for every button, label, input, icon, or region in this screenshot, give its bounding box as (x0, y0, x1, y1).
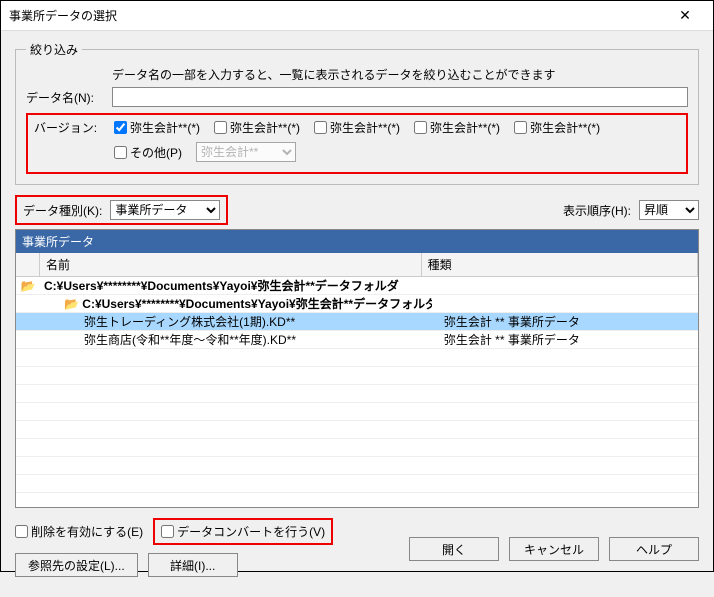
titlebar: 事業所データの選択 ✕ (1, 1, 713, 31)
folder-icon: 📂 (21, 279, 36, 293)
other-checkbox-input[interactable] (114, 146, 127, 159)
close-icon[interactable]: ✕ (665, 7, 705, 24)
version-checkbox-2[interactable]: 弥生会計**(*) (314, 119, 400, 136)
other-label: その他(P) (130, 144, 182, 161)
version-checkbox-input-2[interactable] (314, 121, 327, 134)
dataname-label: データ名(N): (26, 89, 106, 106)
convert-label: データコンバートを行う(V) (177, 523, 325, 540)
cancel-button[interactable]: キャンセル (509, 537, 599, 561)
table-row[interactable] (16, 439, 698, 457)
table-body[interactable]: 📂 C:¥Users¥********¥Documents¥Yayoi¥弥生会計*… (16, 277, 698, 507)
open-button[interactable]: 開く (409, 537, 499, 561)
table-row[interactable]: 📂 C:¥Users¥********¥Documents¥Yayoi¥弥生会計… (16, 295, 698, 313)
table-row[interactable] (16, 475, 698, 493)
row-name: C:¥Users¥********¥Documents¥Yayoi¥弥生会計**… (40, 277, 423, 294)
details-button[interactable]: 詳細(I)... (148, 553, 238, 577)
footer: 開く キャンセル ヘルプ (409, 537, 699, 561)
version-checkbox-1[interactable]: 弥生会計**(*) (214, 119, 300, 136)
row-name: 弥生商店(令和**年度～令和**年度).KD** (40, 331, 440, 348)
version-checkbox-label-2: 弥生会計**(*) (330, 119, 400, 136)
table-row[interactable]: 📂 C:¥Users¥********¥Documents¥Yayoi¥弥生会計*… (16, 277, 698, 295)
row-name: 弥生トレーディング株式会社(1期).KD** (40, 313, 440, 330)
version-checkbox-3[interactable]: 弥生会計**(*) (414, 119, 500, 136)
dataname-input[interactable] (112, 87, 688, 107)
table-row[interactable] (16, 349, 698, 367)
version-checkbox-label-3: 弥生会計**(*) (430, 119, 500, 136)
version-checkbox-input-1[interactable] (214, 121, 227, 134)
content: 絞り込み データ名の一部を入力すると、一覧に表示されるデータを絞り込むことができ… (1, 31, 713, 597)
table-title: 事業所データ (16, 230, 698, 253)
table-row[interactable] (16, 403, 698, 421)
row-name: 📂 C:¥Users¥********¥Documents¥Yayoi¥弥生会計… (40, 295, 432, 312)
table-row[interactable] (16, 457, 698, 475)
order-label: 表示順序(H): (563, 202, 631, 219)
datakind-label: データ種別(K): (23, 202, 102, 219)
convert-checkbox[interactable]: データコンバートを行う(V) (161, 523, 325, 540)
version-checkbox-label-4: 弥生会計**(*) (530, 119, 600, 136)
table-row[interactable] (16, 493, 698, 507)
help-button[interactable]: ヘルプ (609, 537, 699, 561)
table-row[interactable] (16, 385, 698, 403)
table-row[interactable]: 弥生商店(令和**年度～令和**年度).KD**弥生会計 ** 事業所データ (16, 331, 698, 349)
filter-hint: データ名の一部を入力すると、一覧に表示されるデータを絞り込むことができます (112, 66, 688, 83)
version-checkbox-label-1: 弥生会計**(*) (230, 119, 300, 136)
row-kind: 弥生会計 ** 事業所データ (440, 313, 698, 330)
filter-group: 絞り込み データ名の一部を入力すると、一覧に表示されるデータを絞り込むことができ… (15, 41, 699, 185)
version-checkbox-0[interactable]: 弥生会計**(*) (114, 119, 200, 136)
convert-highlight: データコンバートを行う(V) (153, 518, 333, 545)
data-table: 事業所データ 名前 種類 📂 C:¥Users¥********¥Document… (15, 229, 699, 508)
datakind-select[interactable]: 事業所データ (110, 200, 220, 220)
version-checkbox-input-0[interactable] (114, 121, 127, 134)
row-kind: 弥生会計 ** 事業所データ (440, 331, 698, 348)
col-kind[interactable]: 種類 (422, 253, 698, 276)
datakind-highlight: データ種別(K): 事業所データ (15, 195, 228, 225)
table-row[interactable]: 弥生トレーディング株式会社(1期).KD**弥生会計 ** 事業所データ (16, 313, 698, 331)
version-row: 弥生会計**(*) 弥生会計**(*) 弥生会計**(*) 弥生会計**(*) 弥生会計… (114, 119, 680, 136)
table-row[interactable] (16, 421, 698, 439)
delete-enable-checkbox[interactable]: 削除を有効にする(E) (15, 523, 143, 540)
version-checkbox-4[interactable]: 弥生会計**(*) (514, 119, 600, 136)
table-header: 名前 種類 (16, 253, 698, 277)
version-checkbox-label-0: 弥生会計**(*) (130, 119, 200, 136)
other-select[interactable]: 弥生会計** (196, 142, 296, 162)
other-checkbox[interactable]: その他(P) (114, 144, 182, 161)
filter-legend: 絞り込み (26, 41, 82, 58)
order-select[interactable]: 昇順 (639, 200, 699, 220)
ref-settings-button[interactable]: 参照先の設定(L)... (15, 553, 138, 577)
delete-enable-label: 削除を有効にする(E) (31, 523, 143, 540)
table-row[interactable] (16, 367, 698, 385)
delete-enable-input[interactable] (15, 525, 28, 538)
col-name[interactable]: 名前 (40, 253, 422, 276)
version-checkbox-input-3[interactable] (414, 121, 427, 134)
version-checkbox-input-4[interactable] (514, 121, 527, 134)
window-title: 事業所データの選択 (9, 7, 665, 24)
version-label: バージョン: (34, 119, 114, 168)
convert-input[interactable] (161, 525, 174, 538)
folder-icon: 📂 (64, 297, 82, 311)
version-highlight: バージョン: 弥生会計**(*)弥生会計**(*)弥生会計**(*)弥生会計**… (26, 113, 688, 174)
